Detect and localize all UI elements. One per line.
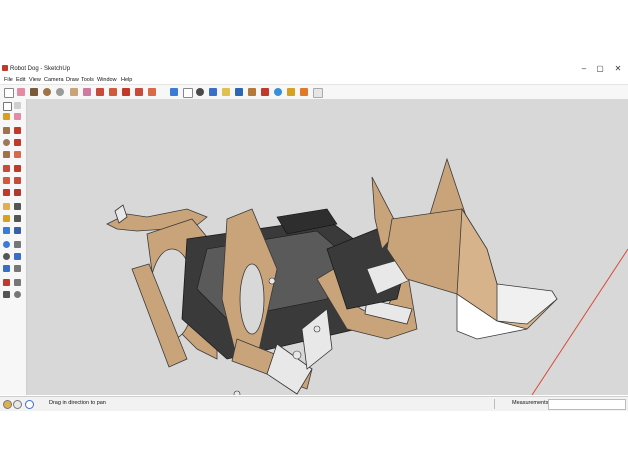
bolt — [313, 325, 321, 333]
middle-leg-cutout — [239, 263, 265, 335]
3d-text-tool-icon[interactable] — [14, 227, 21, 234]
large-tool-set — [0, 99, 27, 395]
zoom-extents-icon[interactable] — [209, 88, 217, 96]
zoom-icon[interactable] — [196, 88, 204, 96]
rotate-icon[interactable] — [109, 88, 117, 96]
section-plane-tool-icon[interactable] — [3, 291, 10, 298]
follow-me-tool-icon[interactable] — [14, 177, 21, 184]
bolt — [292, 350, 302, 360]
polygon-tool-icon[interactable] — [3, 151, 10, 158]
protractor-tool-icon[interactable] — [3, 215, 10, 222]
rotate-tool-icon[interactable] — [3, 177, 10, 184]
measurements-input[interactable] — [548, 399, 626, 410]
push-pull-tool-icon[interactable] — [14, 165, 21, 172]
line-tool-icon[interactable] — [14, 127, 21, 134]
circle-tool-icon[interactable] — [3, 139, 10, 146]
tape-icon[interactable] — [148, 88, 156, 96]
sketchup-app-icon — [2, 65, 8, 71]
close-button[interactable]: ✕ — [610, 63, 626, 74]
snout — [496, 283, 558, 325]
text-tool-icon[interactable] — [14, 215, 21, 222]
components-icon[interactable] — [274, 88, 282, 96]
move-tool-icon[interactable] — [3, 165, 10, 172]
position-camera-tool-icon[interactable] — [14, 265, 21, 272]
red-axis-line — [531, 248, 628, 395]
menu-edit[interactable]: Edit — [16, 76, 25, 84]
main-toolbar — [0, 84, 628, 100]
menu-help[interactable]: Help — [121, 76, 132, 84]
arc-tool-icon[interactable] — [14, 139, 21, 146]
export-icon[interactable] — [300, 88, 308, 96]
geo-location-icon[interactable] — [3, 400, 12, 409]
dimension-tool-icon[interactable] — [14, 203, 21, 210]
layers-icon[interactable] — [248, 88, 256, 96]
select-icon[interactable] — [4, 88, 14, 98]
status-divider — [494, 399, 495, 409]
orbit-icon[interactable] — [170, 88, 178, 96]
zoom-tool-icon[interactable] — [3, 253, 10, 260]
pan-icon[interactable] — [183, 88, 193, 98]
menu-camera[interactable]: Camera — [44, 76, 64, 84]
model-viewport[interactable] — [27, 99, 628, 395]
walkthrough-tool-icon[interactable] — [14, 291, 21, 298]
axes-tool-icon[interactable] — [3, 227, 10, 234]
rectangle-tool-icon[interactable] — [3, 127, 10, 134]
scale-icon[interactable] — [122, 88, 130, 96]
bolt — [268, 277, 276, 285]
menu-tools[interactable]: Tools — [81, 76, 94, 84]
menu-window[interactable]: Window — [97, 76, 117, 84]
freehand-tool-icon[interactable] — [14, 151, 21, 158]
menu-file[interactable]: File — [4, 76, 13, 84]
pan-tool-icon[interactable] — [14, 241, 21, 248]
offset-tool-icon[interactable] — [14, 189, 21, 196]
title-bar: Robot Dog - SketchUp – ▢ ✕ — [0, 62, 628, 76]
styles-icon[interactable] — [261, 88, 269, 96]
eraser-icon[interactable] — [17, 88, 25, 96]
push-pull-icon[interactable] — [70, 88, 78, 96]
orbit-tool-icon[interactable] — [3, 241, 10, 248]
menu-bar: File Edit View Camera Draw Tools Window … — [0, 76, 628, 84]
robot-dog-model[interactable] — [27, 99, 628, 395]
minimize-button[interactable]: – — [576, 63, 592, 74]
eraser-tool-icon[interactable] — [14, 113, 21, 120]
import-icon[interactable] — [313, 88, 323, 98]
scale-tool-icon[interactable] — [3, 189, 10, 196]
move-icon[interactable] — [96, 88, 104, 96]
paint-bucket-icon[interactable] — [83, 88, 91, 96]
select-tool-icon[interactable] — [3, 102, 12, 111]
measurements-label: Measurements — [512, 400, 549, 406]
share-icon[interactable] — [287, 88, 295, 96]
zoom-extents-tool-icon[interactable] — [3, 265, 10, 272]
status-bar: Drag in direction to pan Measurements — [0, 396, 628, 411]
sketchup-window: Robot Dog - SketchUp – ▢ ✕ File Edit Vie… — [0, 62, 628, 411]
paint-tool-icon[interactable] — [3, 113, 10, 120]
zoom-window-tool-icon[interactable] — [14, 253, 21, 260]
circle-icon[interactable] — [43, 88, 51, 96]
line-icon[interactable] — [30, 88, 38, 96]
offset-icon[interactable] — [135, 88, 143, 96]
walk-tool-icon[interactable] — [3, 279, 10, 286]
extension-icon[interactable] — [235, 88, 243, 96]
help-icon[interactable] — [25, 400, 34, 409]
warehouse-icon[interactable] — [222, 88, 230, 96]
maximize-button[interactable]: ▢ — [592, 63, 608, 74]
menu-view[interactable]: View — [29, 76, 41, 84]
bolt — [233, 390, 241, 395]
window-title: Robot Dog - SketchUp — [10, 66, 71, 72]
component-tool-icon[interactable] — [14, 102, 21, 109]
look-around-tool-icon[interactable] — [14, 279, 21, 286]
menu-draw[interactable]: Draw — [66, 76, 79, 84]
status-hint: Drag in direction to pan — [49, 400, 106, 406]
arc-icon[interactable] — [56, 88, 64, 96]
credits-icon[interactable] — [13, 400, 22, 409]
tape-tool-icon[interactable] — [3, 203, 10, 210]
